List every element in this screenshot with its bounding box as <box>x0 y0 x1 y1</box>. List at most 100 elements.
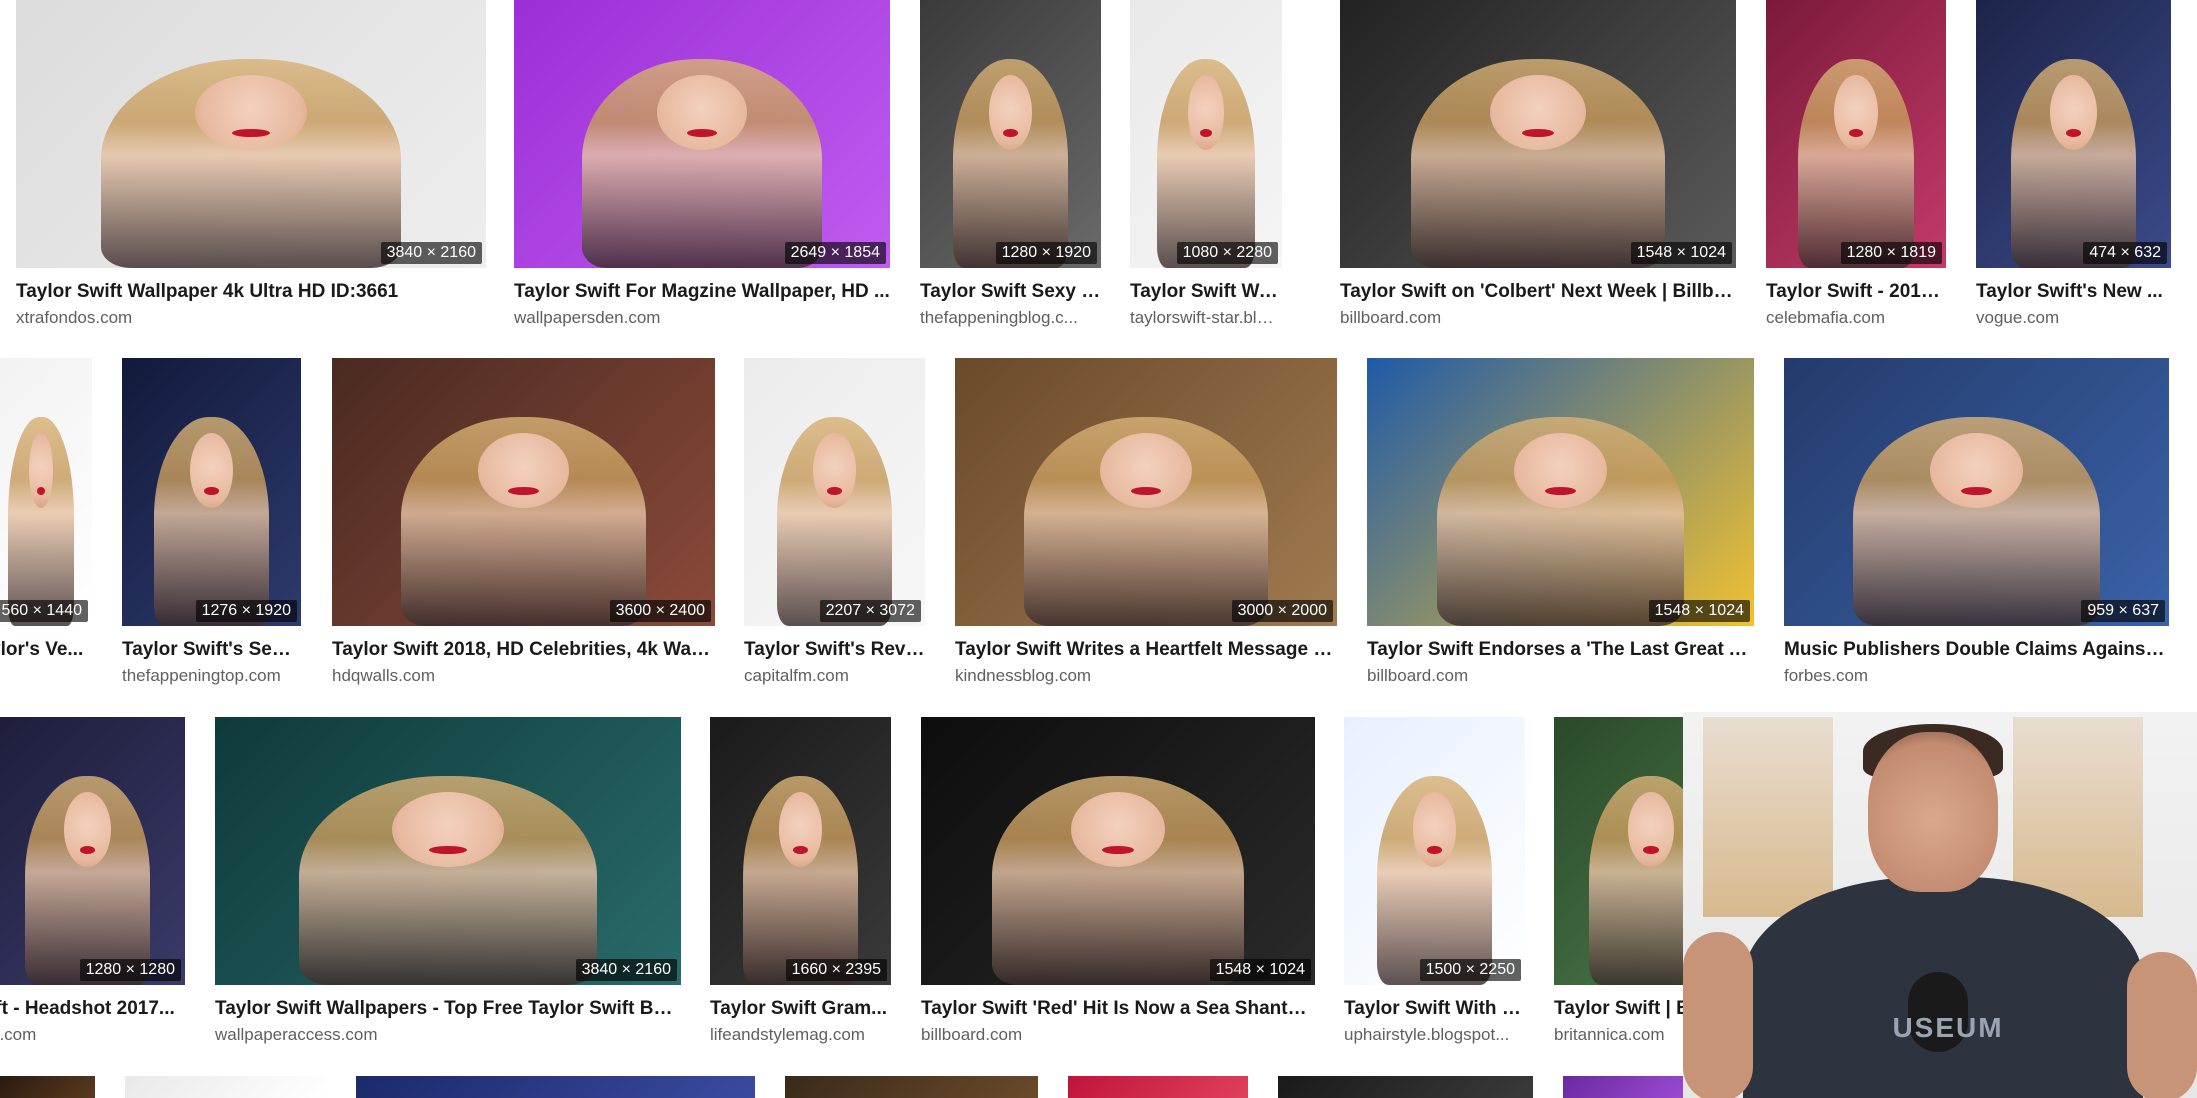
result-title[interactable]: ylor's Ve... <box>0 639 92 661</box>
result-thumbnail[interactable]: 1548 × 1024 <box>921 717 1315 985</box>
image-result[interactable]: 3840 × 2160 Taylor Swift Wallpapers - Top… <box>215 717 681 1055</box>
image-result[interactable]: 1548 × 1024 Taylor Swift on 'Colbert' Nex… <box>1340 0 1736 338</box>
result-title[interactable]: Taylor Swift Gram... <box>710 998 891 1020</box>
image-dimensions-badge: 1548 × 1024 <box>1630 242 1732 264</box>
image-result[interactable]: 560 × 1440 ylor's Ve... <box>0 358 92 696</box>
result-source[interactable]: celebmafia.com <box>1766 308 1946 328</box>
image-dimensions-badge: 1500 × 2250 <box>1419 959 1521 981</box>
result-title[interactable]: Taylor Swift's Reve... <box>744 639 925 661</box>
result-thumbnail-partial[interactable] <box>1563 1076 1683 1098</box>
photo-face <box>812 433 857 509</box>
result-thumbnail[interactable]: 1080 × 2280 <box>1130 0 1282 268</box>
photo-face <box>392 792 504 868</box>
result-thumbnail[interactable]: 1280 × 1280 <box>0 717 185 985</box>
photo-face <box>1187 75 1225 151</box>
result-source[interactable]: billboard.com <box>1367 666 1754 686</box>
result-source[interactable]: hdqwalls.com <box>332 666 715 686</box>
photo-lips <box>204 486 219 495</box>
result-thumbnail-partial[interactable] <box>1068 1076 1248 1098</box>
result-source[interactable]: lifeandstylemag.com <box>710 1025 891 1045</box>
result-source[interactable]: capitalfm.com <box>744 666 925 686</box>
photo-face <box>1070 792 1166 868</box>
result-thumbnail[interactable]: 1548 × 1024 <box>1367 358 1754 626</box>
photo-face <box>988 75 1033 151</box>
result-title[interactable]: Taylor Swift Endorses a 'The Last Great … <box>1367 639 1754 661</box>
result-thumbnail-partial[interactable] <box>125 1076 326 1098</box>
result-source[interactable]: forbes.com <box>1784 666 2169 686</box>
result-thumbnail[interactable]: 1548 × 1024 <box>1340 0 1736 268</box>
image-dimensions-badge: 3840 × 2160 <box>575 959 677 981</box>
result-thumbnail[interactable]: 1660 × 2395 <box>710 717 891 985</box>
image-result[interactable]: 3840 × 2160 Taylor Swift Wallpaper 4k Ult… <box>16 0 486 338</box>
image-result[interactable]: 1080 × 2280 Taylor Swift Wallp... taylorsw… <box>1130 0 1282 338</box>
photo-face <box>477 433 570 509</box>
image-result[interactable]: 3000 × 2000 Taylor Swift Writes a Heartfe… <box>955 358 1337 696</box>
image-result[interactable]: 1548 × 1024 Taylor Swift Endorses a 'The … <box>1367 358 1754 696</box>
image-dimensions-badge: 1280 × 1819 <box>1840 242 1942 264</box>
result-thumbnail[interactable]: 1280 × 1819 <box>1766 0 1946 268</box>
webcam-background-photo <box>1703 717 1833 917</box>
result-source[interactable]: taylorswift-star.blog... <box>1130 308 1282 328</box>
result-thumbnail-partial[interactable] <box>1278 1076 1533 1098</box>
image-dimensions-badge: 3840 × 2160 <box>380 242 482 264</box>
result-title[interactable]: Taylor Swift 2018, HD Celebrities, 4k Wa… <box>332 639 715 661</box>
result-title[interactable]: Music Publishers Double Claims Against .… <box>1784 639 2169 661</box>
result-thumbnail-partial[interactable] <box>0 1076 95 1098</box>
image-dimensions-badge: 1080 × 2280 <box>1176 242 1278 264</box>
image-result[interactable]: 959 × 637 Music Publishers Double Claims … <box>1784 358 2169 696</box>
result-source[interactable]: thefappeningblog.c... <box>920 308 1101 328</box>
result-title[interactable]: Taylor Swift Sexy (... <box>920 281 1101 303</box>
result-title[interactable]: Taylor Swift Writes a Heartfelt Message … <box>955 639 1337 661</box>
image-result[interactable]: 3600 × 2400 Taylor Swift 2018, HD Celebri… <box>332 358 715 696</box>
result-thumbnail[interactable]: 1276 × 1920 <box>122 358 301 626</box>
result-thumbnail[interactable]: 959 × 637 <box>1784 358 2169 626</box>
result-source[interactable]: thefappeningtop.com <box>122 666 301 686</box>
result-source[interactable]: vogue.com <box>1976 308 2171 328</box>
result-title[interactable]: Taylor Swift - 2019... <box>1766 281 1946 303</box>
result-title[interactable]: Taylor Swift 'Red' Hit Is Now a Sea Shan… <box>921 998 1315 1020</box>
image-result[interactable]: 1500 × 2250 Taylor Swift With R... uphairs… <box>1344 717 1525 1055</box>
result-title[interactable]: ift - Headshot 2017... <box>0 998 185 1020</box>
image-result[interactable]: 1280 × 1920 Taylor Swift Sexy (... thefapp… <box>920 0 1101 338</box>
image-result[interactable]: 2207 × 3072 Taylor Swift's Reve... capital… <box>744 358 925 696</box>
result-source[interactable]: billboard.com <box>1340 308 1736 328</box>
result-source[interactable]: xtrafondos.com <box>16 308 486 328</box>
result-source[interactable]: a.com <box>0 1025 185 1045</box>
image-result[interactable]: 2649 × 1854 Taylor Swift For Magzine Wall… <box>514 0 890 338</box>
result-thumbnail[interactable]: 3840 × 2160 <box>215 717 681 985</box>
result-thumbnail[interactable]: 560 × 1440 <box>0 358 92 626</box>
result-thumbnail[interactable]: 474 × 632 <box>1976 0 2171 268</box>
photo-face <box>194 75 308 151</box>
image-result[interactable]: 474 × 632 Taylor Swift's New ... vogue.com <box>1976 0 2171 338</box>
result-thumbnail[interactable]: 1500 × 2250 <box>1344 717 1525 985</box>
result-title[interactable]: Taylor Swift Wallpapers - Top Free Taylo… <box>215 998 681 1020</box>
result-thumbnail[interactable]: 2649 × 1854 <box>514 0 890 268</box>
result-thumbnail-partial[interactable] <box>785 1076 1038 1098</box>
result-source[interactable]: wallpaperaccess.com <box>215 1025 681 1045</box>
image-result[interactable]: 1280 × 1819 Taylor Swift - 2019... celebma… <box>1766 0 1946 338</box>
result-source[interactable]: billboard.com <box>921 1025 1315 1045</box>
result-title[interactable]: Taylor Swift on 'Colbert' Next Week | Bi… <box>1340 281 1736 303</box>
result-title[interactable]: Taylor Swift For Magzine Wallpaper, HD .… <box>514 281 890 303</box>
photo-lips <box>1961 486 1992 495</box>
result-thumbnail[interactable]: 2207 × 3072 <box>744 358 925 626</box>
result-thumbnail[interactable]: 1280 × 1920 <box>920 0 1101 268</box>
result-thumbnail-partial[interactable] <box>356 1076 755 1098</box>
result-thumbnail[interactable]: 3600 × 2400 <box>332 358 715 626</box>
result-title[interactable]: Taylor Swift's New ... <box>1976 281 2171 303</box>
image-result[interactable]: 1548 × 1024 Taylor Swift 'Red' Hit Is Now… <box>921 717 1315 1055</box>
result-thumbnail[interactable]: 3840 × 2160 <box>16 0 486 268</box>
result-source[interactable]: wallpapersden.com <box>514 308 890 328</box>
image-result[interactable]: 1280 × 1280 ift - Headshot 2017... a.com <box>0 717 185 1055</box>
image-result[interactable]: 1276 × 1920 Taylor Swift's Sexi... thefapp… <box>122 358 301 696</box>
image-result[interactable]: 1660 × 2395 Taylor Swift Gram... lifeandst… <box>710 717 891 1055</box>
result-thumbnail[interactable]: 3000 × 2000 <box>955 358 1337 626</box>
result-title[interactable]: Taylor Swift With R... <box>1344 998 1525 1020</box>
result-title[interactable]: Taylor Swift Wallpaper 4k Ultra HD ID:36… <box>16 281 486 303</box>
webcam-overlay: USEUM <box>1683 712 2197 1098</box>
result-source[interactable]: kindnessblog.com <box>955 666 1337 686</box>
result-source[interactable]: uphairstyle.blogspot... <box>1344 1025 1525 1045</box>
result-title[interactable]: Taylor Swift's Sexi... <box>122 639 301 661</box>
photo-lips <box>1102 845 1134 854</box>
result-title[interactable]: Taylor Swift Wallp... <box>1130 281 1282 303</box>
